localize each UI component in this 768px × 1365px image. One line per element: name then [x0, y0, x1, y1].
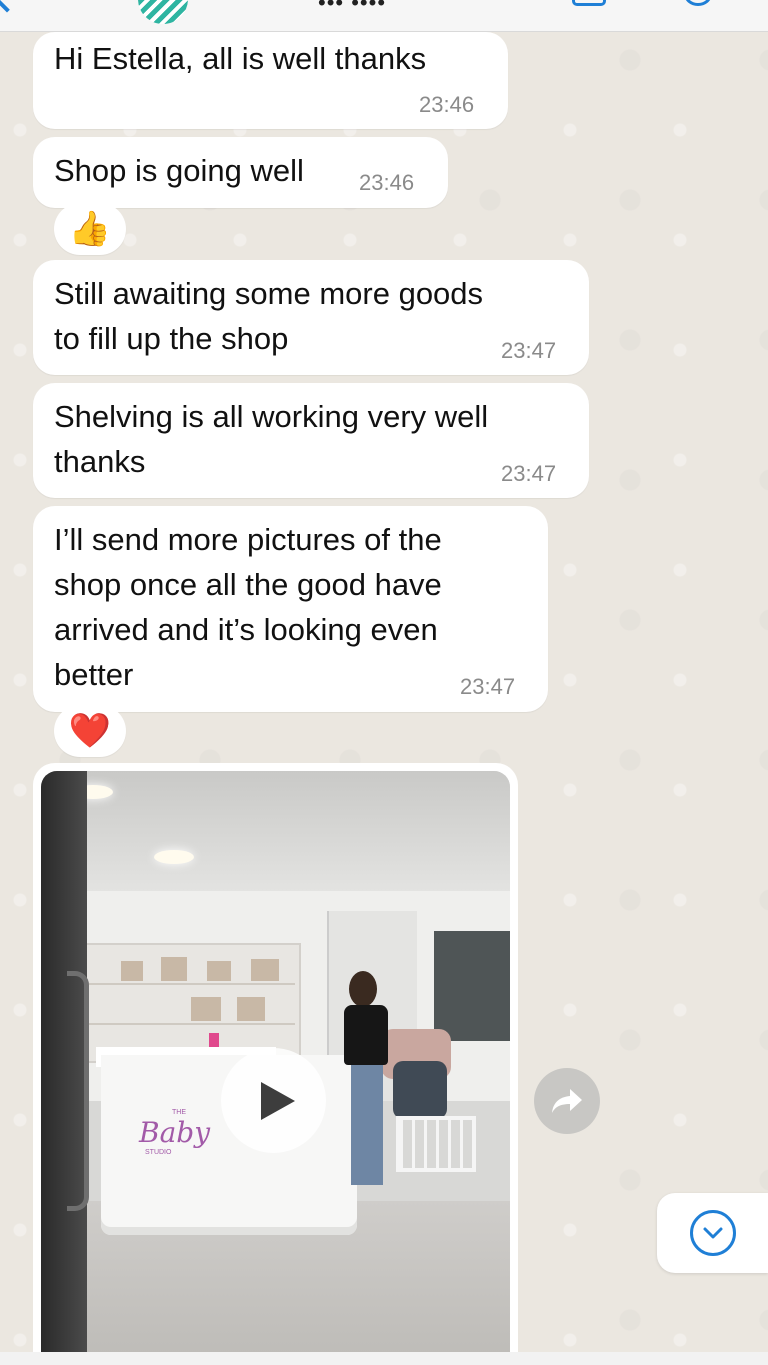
- person-legs: [351, 1065, 383, 1185]
- video-call-icon[interactable]: [572, 0, 606, 6]
- back-chevron-icon[interactable]: [0, 0, 23, 13]
- message-bubble[interactable]: Shop is going well 23:46: [33, 137, 448, 208]
- message-time: 23:46: [419, 92, 475, 117]
- product-box: [161, 957, 187, 981]
- message-bubble[interactable]: Shelving is all working very well thanks…: [33, 383, 589, 498]
- person-head: [349, 971, 377, 1007]
- product-box: [251, 959, 279, 981]
- video-thumbnail[interactable]: THE Baby STUDIO: [41, 771, 510, 1365]
- contact-name[interactable]: ••• ••••: [318, 0, 386, 16]
- play-icon: [260, 1081, 295, 1120]
- forward-icon: [552, 1089, 582, 1113]
- message-time: 23:47: [501, 338, 557, 363]
- dark-doorway: [434, 931, 510, 1041]
- reaction-heart-icon[interactable]: ❤️: [54, 705, 126, 757]
- chat-header: ••• ••••: [0, 0, 768, 32]
- contact-avatar[interactable]: [138, 0, 188, 24]
- logo-small-text: STUDIO: [145, 1149, 172, 1156]
- message-time: 23:46: [359, 170, 415, 195]
- door-handle: [67, 971, 89, 1211]
- play-button[interactable]: [221, 1048, 326, 1153]
- scroll-to-bottom-button[interactable]: [657, 1193, 768, 1273]
- message-text: I’ll send more pictures of the shop once…: [54, 522, 442, 692]
- scroll-circle: [689, 1210, 736, 1256]
- phone-icon[interactable]: [684, 0, 712, 6]
- message-text: Hi Estella, all is well thanks: [54, 41, 427, 76]
- message-bubble[interactable]: I’ll send more pictures of the shop once…: [33, 506, 548, 712]
- shelf: [77, 983, 295, 985]
- product-box: [237, 997, 265, 1021]
- backpack: [393, 1061, 447, 1119]
- store-logo: Baby: [139, 1116, 211, 1149]
- ceiling-light: [154, 850, 194, 864]
- product-box: [121, 961, 143, 981]
- video-message-bubble[interactable]: THE Baby STUDIO: [33, 763, 518, 1365]
- person-body: [344, 1005, 388, 1065]
- shelf: [77, 1023, 295, 1025]
- product-box: [191, 997, 221, 1021]
- message-text: Shelving is all working very well thanks: [54, 399, 489, 479]
- forward-button[interactable]: [534, 1068, 600, 1134]
- logo-small-text: THE: [172, 1109, 186, 1116]
- message-time: 23:47: [501, 461, 557, 486]
- chevron-down-icon: [703, 1227, 722, 1239]
- message-bubble[interactable]: Hi Estella, all is well thanks 23:46: [33, 32, 508, 129]
- message-time: 23:47: [460, 674, 516, 699]
- input-bar-edge: [0, 1352, 768, 1365]
- message-text: Still awaiting some more goods to fill u…: [54, 276, 484, 356]
- message-bubble[interactable]: Still awaiting some more goods to fill u…: [33, 260, 589, 375]
- baby-cot: [396, 1116, 476, 1172]
- reaction-thumbs-up-icon[interactable]: 👍: [54, 203, 126, 255]
- message-text: Shop is going well: [54, 153, 304, 188]
- product-box: [207, 961, 231, 981]
